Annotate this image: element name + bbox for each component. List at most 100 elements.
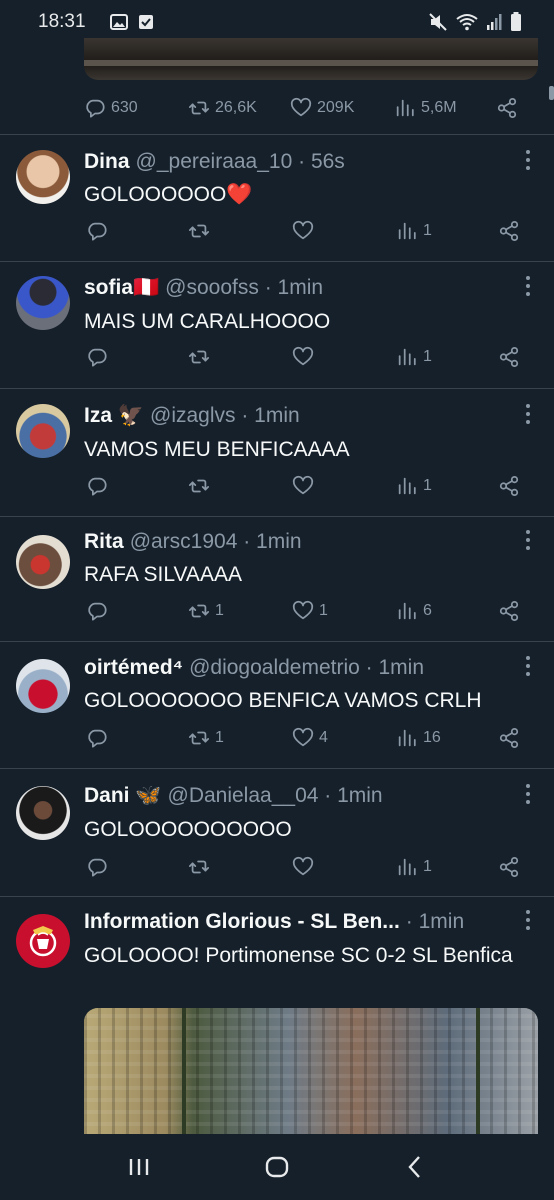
views-button[interactable]: 1 <box>396 346 432 368</box>
tweet-item[interactable]: Dani 🦋 @Danielaa__04 · 1min GOLOOOOOOOOO… <box>0 784 554 894</box>
avatar[interactable] <box>16 659 70 713</box>
recent-apps-icon[interactable] <box>125 1153 153 1181</box>
signal-icon <box>487 14 502 30</box>
retweet-button[interactable] <box>188 220 215 242</box>
heart-icon <box>292 475 314 495</box>
reply-button[interactable] <box>86 727 113 749</box>
like-button[interactable]: 1 <box>292 600 328 622</box>
top-tweet-media[interactable] <box>84 38 538 80</box>
share-button[interactable] <box>498 346 520 368</box>
author-name[interactable]: oirtémed⁴ <box>84 656 183 680</box>
retweet-button[interactable] <box>188 856 215 878</box>
views-button[interactable]: 1 <box>396 475 432 497</box>
like-count: 1 <box>319 602 328 619</box>
share-button[interactable] <box>496 97 518 119</box>
retweet-button[interactable]: 26,6K <box>188 97 257 119</box>
views-button[interactable]: 1 <box>396 220 432 242</box>
views-button[interactable]: 16 <box>396 727 441 749</box>
tweet-item[interactable]: Dina @_pereiraaa_10 · 56s GOLOOOOOO❤️ 1 <box>0 150 554 260</box>
tweet-media[interactable] <box>84 1008 538 1138</box>
avatar[interactable] <box>16 535 70 589</box>
like-button[interactable] <box>292 856 319 878</box>
back-icon[interactable] <box>401 1153 429 1181</box>
avatar[interactable] <box>16 404 70 458</box>
like-button[interactable]: 4 <box>292 727 328 749</box>
retweet-icon <box>188 860 210 874</box>
reply-icon <box>88 477 107 496</box>
like-button[interactable] <box>292 346 319 368</box>
more-options-icon[interactable] <box>526 150 532 170</box>
tweet-text: GOLOOOO! Portimonense SC 0-2 SL Benfica <box>84 944 513 967</box>
like-button[interactable] <box>292 475 319 497</box>
author-name[interactable]: Dina <box>84 150 130 174</box>
author-handle[interactable]: · 1min <box>406 910 464 934</box>
views-button[interactable]: 1 <box>396 856 432 878</box>
tweet-actions: 1 <box>84 220 524 250</box>
views-count: 16 <box>423 729 441 746</box>
more-options-icon[interactable] <box>526 276 532 296</box>
share-button[interactable] <box>498 475 520 497</box>
battery-icon <box>511 12 521 31</box>
author-handle[interactable]: @izaglvs · 1min <box>150 404 300 428</box>
tweet-header: Information Glorious - SL Ben... · 1min <box>84 910 514 940</box>
scrollbar-thumb[interactable] <box>549 86 554 100</box>
views-button[interactable]: 5,6M <box>394 97 457 119</box>
share-button[interactable] <box>498 600 520 622</box>
divider <box>0 388 554 389</box>
share-icon <box>499 346 519 368</box>
like-button[interactable] <box>292 220 319 242</box>
author-name[interactable]: Iza 🦅 <box>84 404 144 428</box>
retweet-button[interactable] <box>188 346 215 368</box>
author-handle[interactable]: @Danielaa__04 · 1min <box>168 784 383 808</box>
reply-button[interactable] <box>86 346 113 368</box>
author-handle[interactable]: @arsc1904 · 1min <box>130 530 302 554</box>
heart-icon <box>292 220 314 240</box>
author-name[interactable]: Rita <box>84 530 124 554</box>
divider <box>0 641 554 642</box>
avatar[interactable] <box>16 786 70 840</box>
tweet-item[interactable]: Iza 🦅 @izaglvs · 1min VAMOS MEU BENFICAA… <box>0 404 554 514</box>
more-options-icon[interactable] <box>526 656 532 676</box>
author-handle[interactable]: @sooofss · 1min <box>165 276 323 300</box>
system-nav-bar <box>0 1134 554 1200</box>
share-button[interactable] <box>498 727 520 749</box>
share-button[interactable] <box>498 220 520 242</box>
more-options-icon[interactable] <box>526 404 532 424</box>
reply-button[interactable] <box>86 856 113 878</box>
more-options-icon[interactable] <box>526 530 532 550</box>
tweet-item[interactable]: sofia🇵🇪 @sooofss · 1min MAIS UM CARALHOO… <box>0 276 554 386</box>
mute-icon <box>429 13 447 31</box>
like-button[interactable]: 209K <box>290 97 354 119</box>
tweet-text: GOLOOOOOOOOOO <box>84 818 292 841</box>
tweet-text: VAMOS MEU BENFICAAAA <box>84 438 350 461</box>
status-left: 18:31 <box>38 11 154 33</box>
author-name[interactable]: Dani 🦋 <box>84 784 162 808</box>
retweet-button[interactable] <box>188 475 215 497</box>
more-options-icon[interactable] <box>526 910 532 930</box>
author-name[interactable]: sofia🇵🇪 <box>84 276 159 300</box>
tweet-text: RAFA SILVAAAA <box>84 563 242 586</box>
author-handle[interactable]: @diogoaldemetrio · 1min <box>189 656 424 680</box>
reply-button[interactable] <box>86 600 113 622</box>
retweet-button[interactable]: 1 <box>188 727 224 749</box>
author-name[interactable]: Information Glorious - SL Ben... <box>84 910 400 934</box>
reply-button[interactable]: 630 <box>84 97 138 119</box>
tweet-header: Dani 🦋 @Danielaa__04 · 1min <box>84 784 514 814</box>
retweet-icon <box>188 604 210 618</box>
more-options-icon[interactable] <box>526 784 532 804</box>
tweet-item[interactable]: oirtémed⁴ @diogoaldemetrio · 1min GOLOOO… <box>0 656 554 766</box>
share-button[interactable] <box>498 856 520 878</box>
retweet-button[interactable]: 1 <box>188 600 224 622</box>
tweet-item[interactable]: Rita @arsc1904 · 1min RAFA SILVAAAA 1 1 … <box>0 530 554 640</box>
avatar[interactable] <box>16 276 70 330</box>
retweet-count: 1 <box>215 729 224 746</box>
views-button[interactable]: 6 <box>396 600 432 622</box>
home-icon[interactable] <box>263 1153 291 1181</box>
author-handle[interactable]: @_pereiraaa_10 · 56s <box>136 150 345 174</box>
views-count: 1 <box>423 222 432 239</box>
reply-button[interactable] <box>86 220 113 242</box>
reply-button[interactable] <box>86 475 113 497</box>
views-count: 6 <box>423 602 432 619</box>
avatar[interactable] <box>16 914 70 968</box>
avatar[interactable] <box>16 150 70 204</box>
